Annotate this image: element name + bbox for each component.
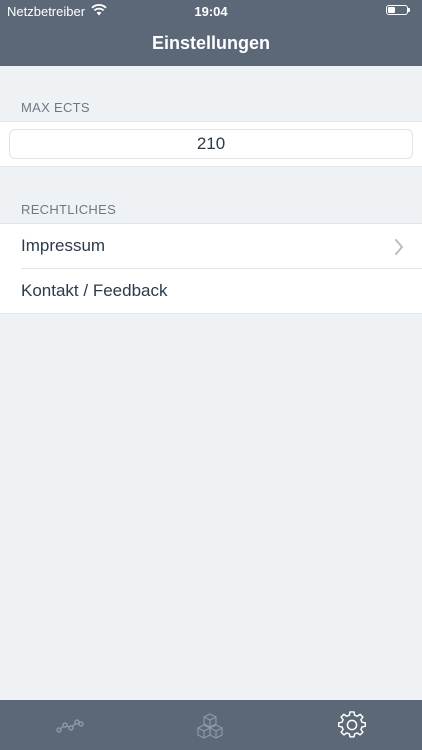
line-chart-icon <box>56 719 84 733</box>
gear-icon <box>338 711 366 738</box>
contact-feedback-label: Kontakt / Feedback <box>21 281 168 300</box>
section-label-max-ects: MAX ECTS <box>21 100 90 115</box>
status-bar: Netzbetreiber 19:04 <box>0 0 422 22</box>
tab-statistics[interactable] <box>0 700 140 750</box>
impressum-row[interactable]: Impressum <box>0 224 422 269</box>
status-time: 19:04 <box>194 4 228 19</box>
tab-bar <box>0 700 422 750</box>
battery-icon <box>386 5 410 15</box>
navigation-bar: Netzbetreiber 19:04 Einstellungen <box>0 0 422 66</box>
tab-modules[interactable] <box>140 700 280 750</box>
cubes-icon <box>197 713 223 739</box>
tab-settings[interactable] <box>282 700 422 750</box>
chevron-right-icon <box>395 239 403 255</box>
max-ects-input[interactable]: 210 <box>9 129 413 159</box>
section-label-legal: RECHTLICHES <box>21 202 117 217</box>
impressum-label: Impressum <box>21 236 106 255</box>
page-title: Einstellungen <box>151 33 270 53</box>
contact-feedback-row[interactable]: Kontakt / Feedback <box>0 269 422 313</box>
